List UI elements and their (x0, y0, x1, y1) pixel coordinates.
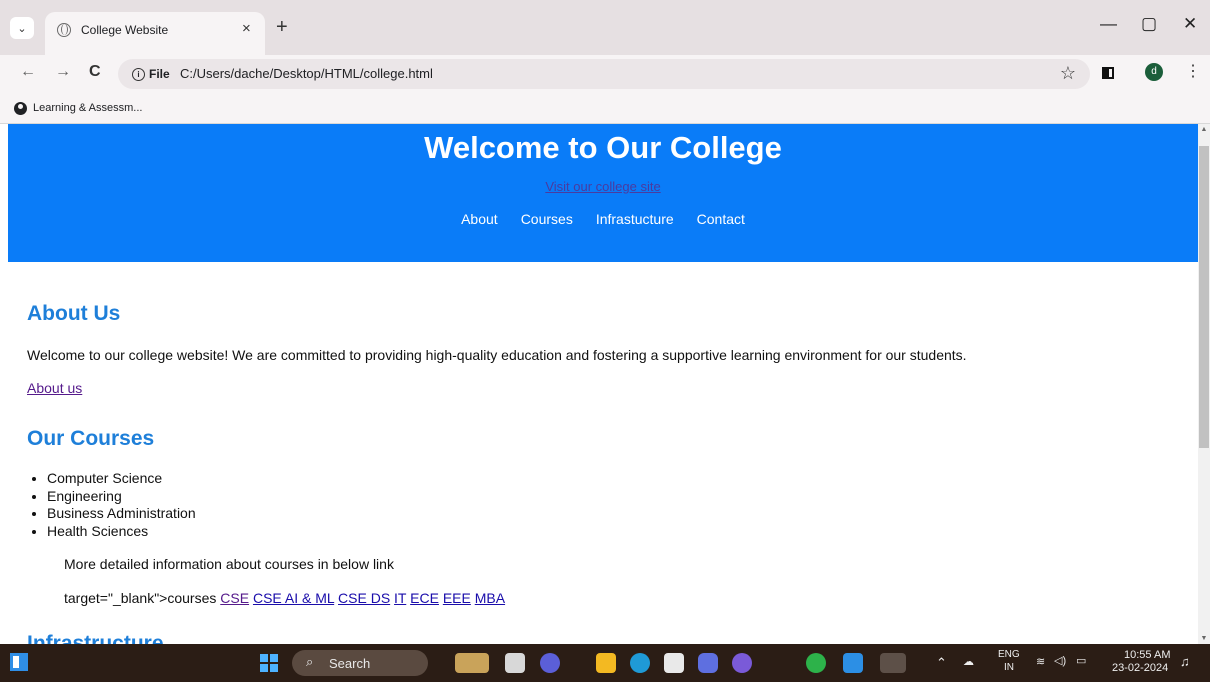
taskbar-search[interactable]: ⌕ Search (292, 650, 428, 676)
main-nav: About Courses Infrastucture Contact (8, 211, 1198, 227)
scroll-up-icon[interactable]: ▲ (1198, 126, 1210, 133)
browser-toolbar: ← → C i File C:/Users/dache/Desktop/HTML… (0, 55, 1210, 95)
list-item: Health Sciences (47, 523, 196, 541)
start-button[interactable] (260, 654, 278, 672)
scroll-down-icon[interactable]: ▼ (1198, 635, 1210, 642)
active-tab[interactable]: College Website × (45, 12, 265, 55)
region-indicator[interactable]: IN (1004, 662, 1014, 673)
vscode-icon[interactable] (843, 653, 863, 673)
list-item: Computer Science (47, 470, 196, 488)
nav-courses[interactable]: Courses (521, 211, 573, 227)
wifi-icon[interactable]: ≋ (1036, 655, 1045, 668)
list-item: Business Administration (47, 505, 196, 523)
search-placeholder: Search (329, 656, 371, 671)
nav-about[interactable]: About (461, 211, 498, 227)
info-icon: i (132, 67, 145, 81)
whatsapp-icon[interactable] (806, 653, 826, 673)
bookmarks-bar: Learning & Assessm... (0, 95, 1210, 124)
profile-avatar[interactable]: d (1145, 63, 1163, 81)
college-site-link[interactable]: Visit our college site (8, 179, 1198, 194)
globe-icon (14, 102, 27, 115)
app-icon[interactable] (698, 653, 718, 673)
nav-infrastructure[interactable]: Infrastucture (596, 211, 674, 227)
language-indicator[interactable]: ENG (998, 649, 1020, 660)
about-us-link[interactable]: About us (27, 380, 82, 396)
chevron-up-icon[interactable]: ⌃ (936, 655, 947, 671)
page-title: Welcome to Our College (424, 130, 782, 165)
cloud-icon: ☁ (963, 656, 974, 668)
app-icon[interactable] (732, 653, 752, 673)
page-scrollbar[interactable]: ▲ ▼ (1198, 124, 1210, 644)
clock-date[interactable]: 23-02-2024 (1112, 662, 1168, 674)
nav-contact[interactable]: Contact (697, 211, 745, 227)
course-link-cse[interactable]: CSE (220, 590, 249, 606)
tab-title: College Website (81, 23, 169, 37)
course-links-row: target="_blank">courses CSE CSE AI & ML … (64, 590, 505, 606)
about-heading: About Us (27, 302, 121, 325)
address-bar[interactable]: i File C:/Users/dache/Desktop/HTML/colle… (118, 59, 1090, 89)
meet-icon[interactable] (540, 653, 560, 673)
copilot-icon[interactable] (455, 653, 489, 673)
courses-more-info: More detailed information about courses … (64, 556, 394, 572)
course-link-cse-ds[interactable]: CSE DS (338, 590, 390, 606)
restore-button[interactable]: ▢ (1141, 14, 1157, 34)
store-icon[interactable] (664, 653, 684, 673)
bookmark-item[interactable]: Learning & Assessm... (33, 102, 142, 114)
minimize-button[interactable]: — (1100, 14, 1117, 34)
courses-heading: Our Courses (27, 427, 155, 450)
forward-button[interactable]: → (55, 63, 71, 81)
close-window-button[interactable]: ✕ (1183, 14, 1197, 34)
new-tab-button[interactable]: + (276, 16, 288, 39)
reload-button[interactable]: C (89, 63, 101, 81)
about-text: Welcome to our college website! We are c… (27, 347, 967, 363)
course-link-cse-aiml[interactable]: CSE AI & ML (253, 590, 334, 606)
course-link-eee[interactable]: EEE (443, 590, 471, 606)
course-link-mba[interactable]: MBA (475, 590, 505, 606)
notification-bell-icon[interactable]: ♫ (1180, 654, 1190, 669)
course-link-it[interactable]: IT (394, 590, 406, 606)
volume-icon[interactable]: ◁) (1054, 654, 1066, 667)
tab-search-button[interactable]: ⌄ (10, 17, 34, 39)
course-links-prefix: target="_blank">courses (64, 590, 217, 606)
tab-close-button[interactable]: × (242, 20, 251, 37)
list-item: Engineering (47, 488, 196, 506)
courses-list: Computer Science Engineering Business Ad… (27, 470, 196, 540)
clock-time[interactable]: 10:55 AM (1124, 649, 1170, 661)
task-view-icon[interactable] (505, 653, 525, 673)
chrome-icon[interactable] (880, 653, 906, 673)
widgets-icon[interactable] (10, 653, 28, 671)
site-info-label: File (149, 67, 170, 81)
course-link-ece[interactable]: ECE (410, 590, 439, 606)
page-viewport: Welcome to Our College Visit our college… (0, 124, 1198, 644)
hero-header: Welcome to Our College Visit our college… (8, 124, 1198, 262)
windows-taskbar: ⌕ Search ⌃ ☁ ENG IN ≋ ◁) ▭ 10:55 AM 23-0… (0, 644, 1210, 682)
url-text[interactable]: C:/Users/dache/Desktop/HTML/college.html (180, 66, 433, 81)
infrastructure-heading: Infrastructure (27, 632, 164, 644)
globe-icon (57, 23, 71, 37)
edge-icon[interactable] (630, 653, 650, 673)
browser-tab-strip: ⌄ College Website × + — ▢ ✕ (0, 0, 1210, 55)
search-icon: ⌕ (306, 654, 314, 669)
back-button[interactable]: ← (20, 63, 36, 81)
browser-menu-button[interactable]: ⋮ (1185, 61, 1201, 81)
bookmark-star-icon[interactable]: ☆ (1060, 63, 1076, 84)
file-explorer-icon[interactable] (596, 653, 616, 673)
side-panel-icon[interactable] (1102, 67, 1114, 79)
battery-icon[interactable]: ▭ (1076, 654, 1086, 667)
site-info-button[interactable]: i File (126, 64, 176, 84)
scroll-thumb[interactable] (1199, 146, 1209, 448)
